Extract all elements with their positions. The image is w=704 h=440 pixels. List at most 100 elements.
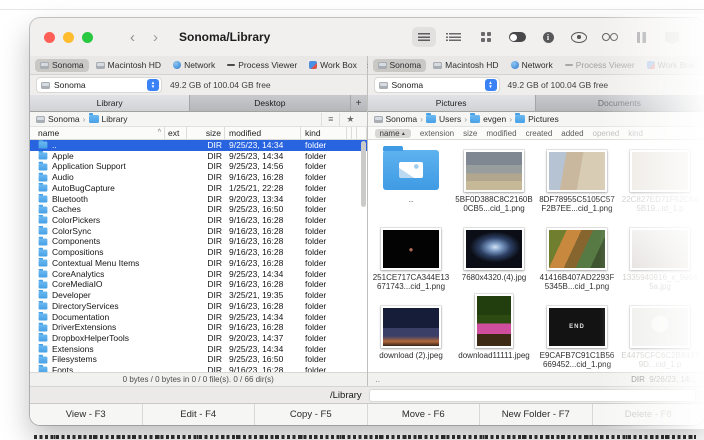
table-row[interactable]: Application SupportDIR9/25/23, 14:56fold…: [30, 161, 367, 172]
list-view-button[interactable]: [412, 27, 436, 47]
breadcrumb-pictures[interactable]: Pictures: [515, 114, 559, 124]
column-header-ext[interactable]: ext: [165, 127, 187, 139]
drive-tab-macintosh-hd[interactable]: Macintosh HD: [91, 59, 166, 72]
folder-tab-library[interactable]: Library: [30, 95, 190, 111]
table-row[interactable]: AudioDIR9/16/23, 16:28folder: [30, 172, 367, 183]
table-row[interactable]: ComponentsDIR9/16/23, 16:28folder: [30, 236, 367, 247]
back-button[interactable]: ‹: [121, 30, 144, 45]
drive-tab-network[interactable]: Network: [168, 59, 220, 72]
drive-tab-process-viewer[interactable]: Process Viewer: [560, 59, 640, 72]
move-button[interactable]: Move - F6: [368, 404, 481, 425]
grid-item[interactable]: E4475CFC6C2B84379D...cid_1.p: [619, 300, 702, 372]
table-row[interactable]: DocumentationDIR9/25/23, 14:34folder: [30, 312, 367, 323]
column-header-size[interactable]: size: [187, 127, 225, 139]
view-button[interactable]: View - F3: [30, 404, 143, 425]
drive-stepper[interactable]: ▲▼: [147, 79, 159, 91]
table-row[interactable]: ColorPickersDIR9/16/23, 16:28folder: [30, 215, 367, 226]
left-scrollbar[interactable]: [361, 141, 366, 207]
table-row[interactable]: CoreMediaIODIR9/16/23, 16:28folder: [30, 279, 367, 290]
breadcrumb-users[interactable]: Users: [426, 114, 461, 124]
sort-field-created[interactable]: created: [526, 129, 553, 138]
search-binoculars-button[interactable]: [598, 27, 622, 47]
drive-tab-work-box[interactable]: Work Box: [642, 59, 700, 72]
terminal-button[interactable]: [660, 27, 684, 47]
grid-item[interactable]: ENDE9CAFB7C91C1B56669452...cid_1.png: [536, 300, 619, 372]
table-row[interactable]: DriverExtensionsDIR9/16/23, 16:28folder: [30, 322, 367, 333]
info-button[interactable]: [536, 27, 560, 47]
compact-list-view-button[interactable]: [443, 27, 467, 47]
sort-field-name[interactable]: name ▲: [375, 129, 411, 138]
favorite-star-icon[interactable]: ★: [339, 113, 360, 126]
drive-stepper[interactable]: ▲▼: [485, 79, 497, 91]
table-row[interactable]: ..DIR9/25/23, 14:34folder: [30, 140, 367, 151]
breadcrumb-sonoma[interactable]: Sonoma: [36, 114, 80, 124]
right-drive-row: Sonoma ▲▼ 49.2 GB of 100.04 GB free: [368, 75, 704, 95]
minimize-button[interactable]: [63, 32, 74, 43]
archive-button[interactable]: [629, 27, 653, 47]
list-options-icon[interactable]: ≡: [321, 113, 339, 126]
column-header-kind[interactable]: kind: [301, 127, 347, 139]
table-row[interactable]: DirectoryServicesDIR9/16/23, 16:28folder: [30, 301, 367, 312]
right-drive-selector[interactable]: Sonoma ▲▼: [374, 77, 500, 93]
sort-field-size[interactable]: size: [463, 129, 477, 138]
folder-tab-documents[interactable]: Documents: [536, 95, 704, 111]
table-row[interactable]: AutoBugCaptureDIR1/25/21, 22:28folder: [30, 183, 367, 194]
drive-tab-network[interactable]: Network: [506, 59, 558, 72]
sort-field-kind[interactable]: kind: [628, 129, 643, 138]
zoom-button[interactable]: [82, 32, 93, 43]
table-row[interactable]: BluetoothDIR9/20/23, 13:34folder: [30, 194, 367, 205]
table-row[interactable]: AppleDIR9/25/23, 14:34folder: [30, 151, 367, 162]
new-tab-button[interactable]: +: [351, 95, 367, 111]
column-header-modified[interactable]: modified: [225, 127, 301, 139]
breadcrumb-evgen[interactable]: evgen: [470, 114, 506, 124]
folder-tab-pictures[interactable]: Pictures: [368, 95, 536, 111]
table-row[interactable]: DropboxHelperToolsDIR9/20/23, 14:37folde…: [30, 333, 367, 344]
sort-field-opened[interactable]: opened: [593, 129, 620, 138]
grid-item[interactable]: 7680x4320.(4).jpg: [453, 222, 536, 300]
drive-tab-process-viewer[interactable]: Process Viewer: [222, 59, 302, 72]
cell-name: Bluetooth: [30, 194, 165, 205]
table-row[interactable]: FilesystemsDIR9/25/23, 16:50folder: [30, 354, 367, 365]
table-row[interactable]: FontsDIR9/16/23, 16:28folder: [30, 365, 367, 372]
close-button[interactable]: [44, 32, 55, 43]
grid-item[interactable]: 22C827ED71F52C545B19...id_1.p: [619, 144, 702, 222]
grid-item[interactable]: 251CE717CA344E13671743...cid_1.png: [370, 222, 453, 300]
grid-item[interactable]: download11111.jpeg: [453, 300, 536, 372]
left-drive-selector[interactable]: Sonoma ▲▼: [36, 77, 162, 93]
copy-button[interactable]: Copy - F5: [255, 404, 368, 425]
sort-field-extension[interactable]: extension: [420, 129, 454, 138]
grid-item[interactable]: 5BF0D388C8C2160B0CB5...cid_1.png: [453, 144, 536, 222]
command-input[interactable]: [369, 389, 696, 402]
cell-modified: 9/25/23, 16:50: [225, 354, 301, 365]
quick-look-eye-button[interactable]: [567, 27, 591, 47]
table-row[interactable]: ColorSyncDIR9/16/23, 16:28folder: [30, 226, 367, 237]
thumbnails-toggle-button[interactable]: [505, 27, 529, 47]
column-header-name[interactable]: name^: [30, 127, 165, 139]
grid-view-button[interactable]: [474, 27, 498, 47]
table-row[interactable]: DeveloperDIR3/25/21, 19:35folder: [30, 290, 367, 301]
drive-tab-sonoma[interactable]: Sonoma: [35, 59, 89, 72]
new-folder-button[interactable]: New Folder - F7: [480, 404, 593, 425]
grid-item[interactable]: 1335940916_x_9e545a.jpg: [619, 222, 702, 300]
drive-tab-macintosh-hd[interactable]: Macintosh HD: [428, 59, 503, 72]
table-row[interactable]: Contextual Menu ItemsDIR9/16/23, 16:28fo…: [30, 258, 367, 269]
breadcrumb-sonoma[interactable]: Sonoma: [374, 114, 418, 124]
grid-item[interactable]: 8DF78955C5105C57F2B7EE...cid_1.png: [536, 144, 619, 222]
grid-item[interactable]: 41416B407AD2293F5345B...cid_1.png: [536, 222, 619, 300]
parent-folder-icon: [383, 150, 439, 190]
table-row[interactable]: ExtensionsDIR9/25/23, 14:34folder: [30, 344, 367, 355]
table-row[interactable]: CoreAnalyticsDIR9/25/23, 14:34folder: [30, 269, 367, 280]
edit-button[interactable]: Edit - F4: [143, 404, 256, 425]
table-row[interactable]: CompositionsDIR9/16/23, 16:28folder: [30, 247, 367, 258]
forward-button[interactable]: ›: [144, 30, 167, 45]
sort-field-modified[interactable]: modified: [486, 129, 516, 138]
folder-tab-desktop[interactable]: Desktop: [190, 95, 350, 111]
drive-tab-sonoma[interactable]: Sonoma: [373, 59, 427, 72]
sort-field-added[interactable]: added: [561, 129, 583, 138]
grid-item[interactable]: ..: [370, 144, 453, 222]
breadcrumb-library[interactable]: Library: [89, 114, 128, 124]
table-row[interactable]: CachesDIR9/25/23, 16:50folder: [30, 204, 367, 215]
drive-tab-work-box[interactable]: Work Box: [304, 59, 362, 72]
grid-item[interactable]: download (2).jpeg: [370, 300, 453, 372]
delete-button[interactable]: Delete - F8: [593, 404, 704, 425]
